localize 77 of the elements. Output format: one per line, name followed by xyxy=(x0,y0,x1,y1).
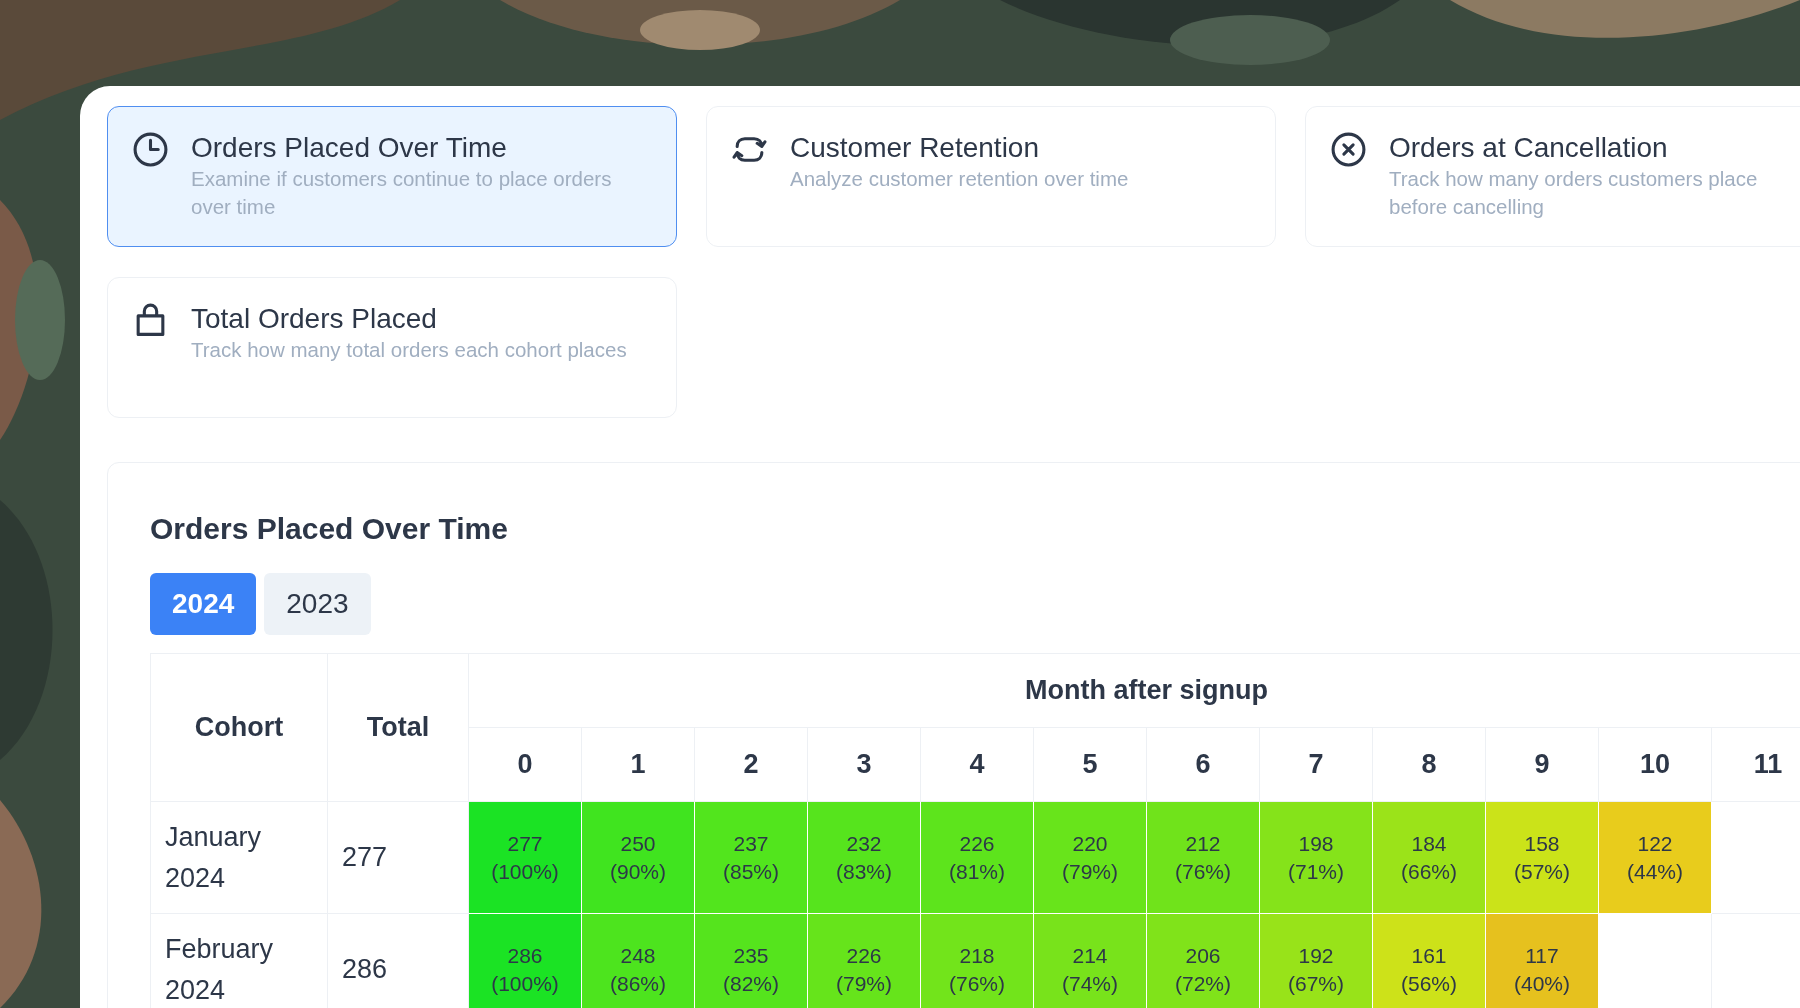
cell-count: 206 xyxy=(1184,942,1222,969)
card-title: Orders Placed Over Time xyxy=(191,131,507,165)
card-description: before cancelling xyxy=(1389,194,1544,220)
year-tab[interactable]: 2023 xyxy=(264,573,371,635)
column-header: Month after signup xyxy=(468,653,1800,728)
card-title: Orders at Cancellation xyxy=(1389,131,1668,165)
report-card[interactable]: Orders Placed Over Time Examine if customers continue to place orders over time xyxy=(107,106,677,247)
column-header: 10 xyxy=(1598,727,1712,802)
column-header: 8 xyxy=(1372,727,1486,802)
cancel-circle-icon xyxy=(1330,131,1367,168)
section-title: Orders Placed Over Time xyxy=(150,511,509,547)
cell-percent: (57%) xyxy=(1513,858,1571,885)
cell-count: 232 xyxy=(845,830,883,857)
cell-percent: (74%) xyxy=(1061,970,1119,997)
cell-percent: (40%) xyxy=(1513,970,1571,997)
cell-count: 237 xyxy=(732,830,770,857)
column-header: 2 xyxy=(694,727,808,802)
cell-count: 250 xyxy=(619,830,657,857)
cell-percent: (83%) xyxy=(835,858,893,885)
column-header: 6 xyxy=(1146,727,1260,802)
report-card[interactable]: Orders at Cancellation Track how many orders customers place before cancelling xyxy=(1305,106,1800,247)
cell-percent: (100%) xyxy=(490,858,560,885)
cell-percent: (56%) xyxy=(1400,970,1458,997)
cell-count: 184 xyxy=(1410,830,1448,857)
cell-count: 286 xyxy=(506,942,544,969)
cell-percent: (100%) xyxy=(490,970,560,997)
column-header: 0 xyxy=(468,727,582,802)
table-cell: 277 xyxy=(327,801,469,914)
cell-count: 226 xyxy=(958,830,996,857)
year-tab[interactable]: 2024 xyxy=(150,573,257,635)
report-card[interactable]: Total Orders Placed Track how many total orders each cohort places xyxy=(107,277,677,418)
cell-count: 117 xyxy=(1524,942,1560,969)
column-header: Total xyxy=(327,653,469,802)
column-header: 3 xyxy=(807,727,921,802)
column-header: 4 xyxy=(920,727,1034,802)
cell-count: 212 xyxy=(1184,830,1222,857)
cell-count: 277 xyxy=(506,830,544,857)
cell-count: 226 xyxy=(845,942,883,969)
cell-percent: (67%) xyxy=(1287,970,1345,997)
card-description: Analyze customer retention over time xyxy=(790,166,1129,192)
cell-count: 161 xyxy=(1410,942,1448,969)
card-description: Track how many orders customers place xyxy=(1389,166,1758,192)
cell-count: 235 xyxy=(732,942,770,969)
cell-percent: (76%) xyxy=(948,970,1006,997)
cell-percent: (81%) xyxy=(948,858,1006,885)
cell-count: 218 xyxy=(958,942,996,969)
cell-percent: (82%) xyxy=(722,970,780,997)
column-header: 7 xyxy=(1259,727,1373,802)
cell-percent: (76%) xyxy=(1174,858,1232,885)
cell-count: 192 xyxy=(1297,942,1335,969)
card-title: Total Orders Placed xyxy=(191,302,437,336)
cell-count: 248 xyxy=(619,942,657,969)
column-header: 5 xyxy=(1033,727,1147,802)
cell-percent: (71%) xyxy=(1287,858,1345,885)
clock-icon xyxy=(132,131,169,168)
column-header: 1 xyxy=(581,727,695,802)
cell-percent: (79%) xyxy=(1061,858,1119,885)
column-header: Cohort xyxy=(150,653,328,802)
cell-percent: (79%) xyxy=(835,970,893,997)
cell-count: 158 xyxy=(1523,830,1561,857)
cell-count: 122 xyxy=(1636,830,1674,857)
cell-count: 214 xyxy=(1071,942,1109,969)
cell-percent: (90%) xyxy=(609,858,667,885)
cell-percent: (66%) xyxy=(1400,858,1458,885)
cell-count: 220 xyxy=(1071,830,1109,857)
card-description: Examine if customers continue to place orders over time xyxy=(191,166,613,220)
cell-percent: (72%) xyxy=(1174,970,1232,997)
table-cell: February 2024 xyxy=(150,913,328,1008)
table-cell: January 2024 xyxy=(150,801,328,914)
cell-percent: (86%) xyxy=(609,970,667,997)
column-header: 9 xyxy=(1485,727,1599,802)
report-card[interactable]: Customer Retention Analyze customer retention over time xyxy=(706,106,1276,247)
card-title: Customer Retention xyxy=(790,131,1039,165)
cell-count: 198 xyxy=(1297,830,1335,857)
cell-percent: (44%) xyxy=(1626,858,1684,885)
card-description: Track how many total orders each cohort places xyxy=(191,337,627,363)
cell-percent: (85%) xyxy=(722,858,780,885)
